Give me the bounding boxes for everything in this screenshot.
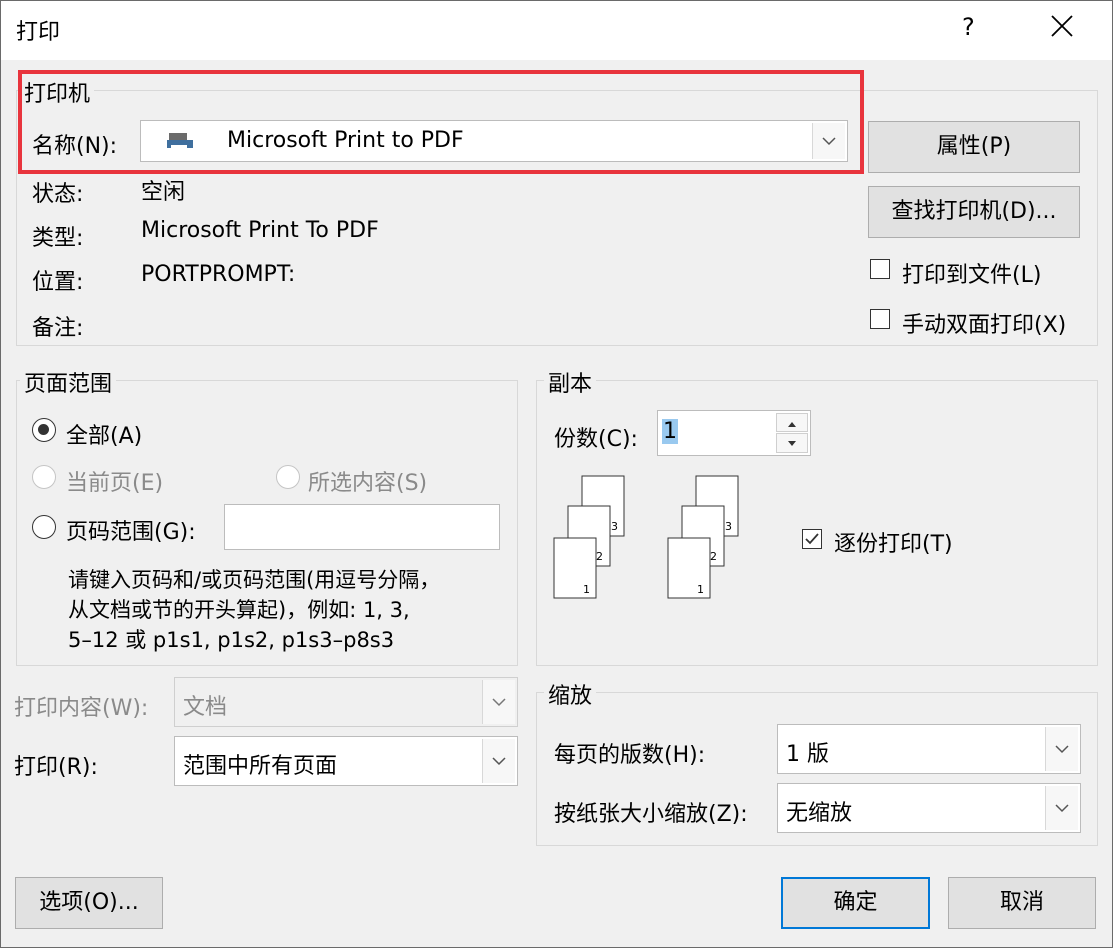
print-to-file-checkbox[interactable] [870, 259, 890, 279]
type-value: Microsoft Print To PDF [141, 218, 379, 243]
copies-count-label: 份数(C): [554, 427, 638, 452]
spin-up-icon [788, 422, 796, 427]
window-title: 打印 [16, 20, 61, 45]
ok-button[interactable]: 确定 [781, 877, 930, 929]
range-all-radio[interactable] [32, 418, 56, 442]
page-number-2b: 2 [710, 550, 717, 563]
chevron-down-icon [1055, 804, 1069, 813]
manual-duplex-checkbox[interactable] [870, 309, 890, 329]
options-button[interactable]: 选项(O)... [15, 877, 163, 929]
status-value: 空闲 [141, 180, 186, 205]
scale-label: 按纸张大小缩放(Z): [554, 802, 748, 827]
pages-per-sheet-value: 1 版 [786, 742, 829, 767]
highlight-box [18, 70, 864, 174]
scale-dropdown[interactable]: 无缩放 [777, 783, 1081, 833]
print-range-dropdown-arrow[interactable] [482, 739, 515, 783]
chevron-down-icon [1055, 745, 1069, 754]
print-content-dropdown[interactable]: 文档 [174, 677, 518, 727]
properties-button[interactable]: 属性(P) [868, 121, 1080, 173]
spin-down-icon [788, 441, 796, 446]
collate-stack-1 [553, 475, 625, 599]
type-label: 类型: [32, 226, 84, 251]
range-selection-radio[interactable] [276, 465, 300, 489]
range-current-label[interactable]: 当前页(E) [66, 465, 163, 497]
status-label: 状态: [32, 182, 84, 207]
print-content-label: 打印内容(W): [14, 696, 149, 721]
collate-stack-2 [667, 475, 739, 599]
zoom-group-label: 缩放 [544, 678, 597, 710]
page-number-1b: 1 [697, 583, 704, 596]
check-icon [805, 533, 819, 545]
pages-per-sheet-dropdown[interactable]: 1 版 [777, 724, 1081, 774]
range-selection-label[interactable]: 所选内容(S) [308, 465, 427, 497]
help-button[interactable]: ? [962, 13, 975, 41]
print-content-dropdown-arrow[interactable] [482, 680, 515, 724]
print-content-value: 文档 [183, 695, 228, 720]
range-pages-radio[interactable] [32, 515, 56, 539]
chevron-down-icon [492, 698, 506, 707]
close-icon [1051, 15, 1073, 37]
page-number-3b: 3 [725, 520, 732, 533]
range-hint-line3: 5–12 或 p1s1, p1s2, p1s3–p8s3 [68, 628, 395, 652]
range-hint-line1: 请键入页码和/或页码范围(用逗号分隔， [68, 568, 441, 592]
pages-per-sheet-label: 每页的版数(H): [554, 743, 706, 768]
page-number-3: 3 [611, 520, 618, 533]
collate-label[interactable]: 逐份打印(T) [834, 526, 953, 558]
page-number-2: 2 [596, 550, 603, 563]
print-range-dropdown[interactable]: 范围中所有页面 [174, 736, 518, 786]
copies-spin-up[interactable] [776, 413, 808, 432]
copies-spin-down[interactable] [776, 433, 808, 453]
copies-group-label: 副本 [544, 366, 597, 398]
find-printer-button[interactable]: 查找打印机(D)... [868, 186, 1080, 238]
cancel-button[interactable]: 取消 [948, 877, 1096, 929]
scale-value: 无缩放 [786, 801, 853, 826]
range-hint-line2: 从文档或节的开头算起)，例如: 1, 3, [68, 598, 410, 622]
range-all-label[interactable]: 全部(A) [66, 418, 142, 450]
chevron-down-icon [492, 757, 506, 766]
page-range-input[interactable] [224, 504, 500, 550]
pages-per-sheet-dropdown-arrow[interactable] [1045, 727, 1078, 771]
range-pages-label[interactable]: 页码范围(G): [66, 514, 196, 546]
range-current-radio[interactable] [32, 465, 56, 489]
manual-duplex-label[interactable]: 手动双面打印(X) [902, 307, 1066, 339]
close-button[interactable] [1050, 12, 1074, 45]
print-to-file-label[interactable]: 打印到文件(L) [902, 257, 1041, 289]
copies-count-input[interactable]: 1 [657, 410, 811, 456]
comment-label: 备注: [32, 316, 84, 341]
print-range-label: 打印(R): [14, 755, 98, 780]
copies-count-value: 1 [662, 419, 678, 444]
page-number-1: 1 [583, 583, 590, 596]
location-label: 位置: [32, 270, 84, 295]
collate-illustration: 3 2 1 3 2 1 [553, 475, 739, 599]
location-value: PORTPROMPT: [141, 262, 296, 287]
page-range-group-label: 页面范围 [20, 366, 117, 398]
collate-checkbox[interactable] [802, 529, 822, 549]
scale-dropdown-arrow[interactable] [1045, 786, 1078, 830]
print-range-value: 范围中所有页面 [183, 754, 338, 779]
title-bar [0, 0, 1113, 60]
